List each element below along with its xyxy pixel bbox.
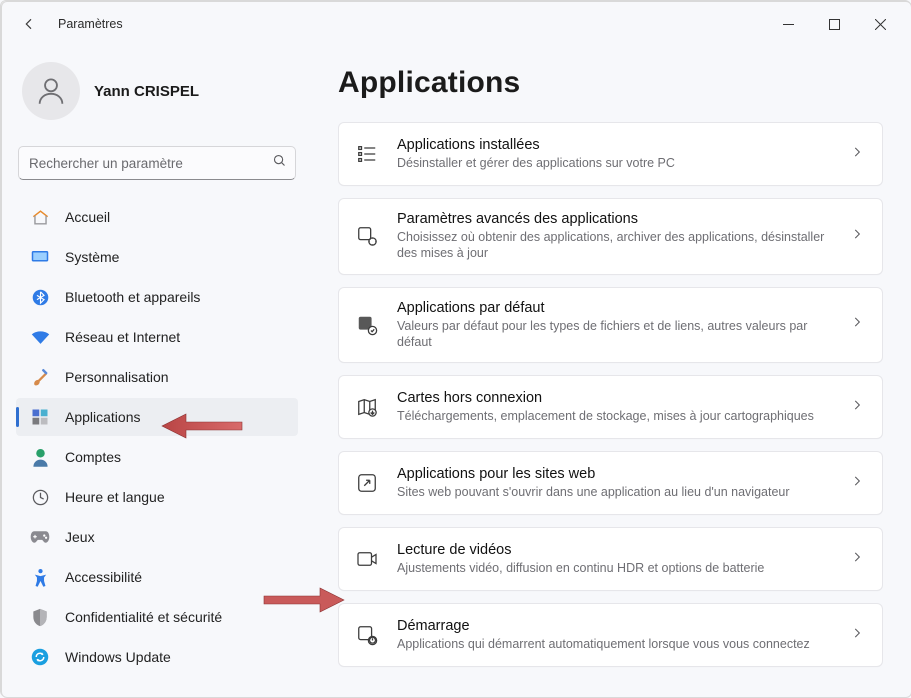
card-desc: Applications qui démarrent automatiqueme… xyxy=(397,636,832,652)
share-icon xyxy=(355,471,379,495)
card-title: Applications installées xyxy=(397,137,832,153)
sidebar-item-label: Jeux xyxy=(65,529,95,545)
search-box[interactable] xyxy=(18,146,296,180)
sidebar-item-label: Système xyxy=(65,249,119,265)
map-icon xyxy=(355,395,379,419)
video-icon xyxy=(355,547,379,571)
sidebar-item-label: Comptes xyxy=(65,449,121,465)
sidebar-item-label: Applications xyxy=(65,409,141,425)
chevron-right-icon xyxy=(850,227,868,246)
startup-icon xyxy=(355,623,379,647)
minimize-button[interactable] xyxy=(765,8,811,40)
sidebar-item-system[interactable]: Système xyxy=(16,238,298,276)
sidebar: Yann CRISPEL Accueil Système xyxy=(2,46,308,698)
card-desc: Téléchargements, emplacement de stockage… xyxy=(397,408,832,424)
user-name: Yann CRISPEL xyxy=(94,83,199,100)
sidebar-item-apps[interactable]: Applications xyxy=(16,398,298,436)
card-startup[interactable]: Démarrage Applications qui démarrent aut… xyxy=(338,603,883,667)
back-button[interactable] xyxy=(18,13,40,35)
chevron-right-icon xyxy=(850,550,868,569)
clock-globe-icon xyxy=(30,487,50,507)
system-icon xyxy=(30,247,50,267)
chevron-right-icon xyxy=(850,145,868,164)
sidebar-item-update[interactable]: Windows Update xyxy=(16,638,298,676)
sidebar-item-time[interactable]: Heure et langue xyxy=(16,478,298,516)
card-title: Applications par défaut xyxy=(397,300,832,316)
app-gear-icon xyxy=(355,224,379,248)
home-icon xyxy=(30,207,50,227)
sidebar-item-label: Windows Update xyxy=(65,649,171,665)
card-title: Démarrage xyxy=(397,618,832,634)
window-buttons xyxy=(765,8,903,40)
default-apps-icon xyxy=(355,313,379,337)
card-title: Lecture de vidéos xyxy=(397,542,832,558)
card-default-apps[interactable]: Applications par défaut Valeurs par défa… xyxy=(338,287,883,364)
sidebar-item-gaming[interactable]: Jeux xyxy=(16,518,298,556)
sidebar-item-label: Confidentialité et sécurité xyxy=(65,609,222,625)
gamepad-icon xyxy=(30,527,50,547)
card-desc: Valeurs par défaut pour les types de fic… xyxy=(397,318,832,351)
titlebar: Paramètres xyxy=(2,2,911,46)
sidebar-item-label: Heure et langue xyxy=(65,489,165,505)
profile-section[interactable]: Yann CRISPEL xyxy=(16,50,306,140)
accessibility-icon xyxy=(30,567,50,587)
card-desc: Désinstaller et gérer des applications s… xyxy=(397,155,832,171)
sidebar-item-home[interactable]: Accueil xyxy=(16,198,298,236)
sidebar-item-label: Réseau et Internet xyxy=(65,329,180,345)
sidebar-item-label: Accueil xyxy=(65,209,110,225)
sidebar-item-accounts[interactable]: Comptes xyxy=(16,438,298,476)
maximize-button[interactable] xyxy=(811,8,857,40)
brush-icon xyxy=(30,367,50,387)
sidebar-item-bluetooth[interactable]: Bluetooth et appareils xyxy=(16,278,298,316)
search-input[interactable] xyxy=(29,156,272,171)
card-title: Applications pour les sites web xyxy=(397,466,832,482)
card-apps-for-websites[interactable]: Applications pour les sites web Sites we… xyxy=(338,451,883,515)
shield-icon xyxy=(30,607,50,627)
card-desc: Choisissez où obtenir des applications, … xyxy=(397,229,832,262)
close-button[interactable] xyxy=(857,8,903,40)
list-icon xyxy=(355,142,379,166)
sidebar-item-label: Personnalisation xyxy=(65,369,169,385)
card-installed-apps[interactable]: Applications installées Désinstaller et … xyxy=(338,122,883,186)
update-icon xyxy=(30,647,50,667)
sidebar-item-personalization[interactable]: Personnalisation xyxy=(16,358,298,396)
wifi-icon xyxy=(30,327,50,347)
sidebar-item-label: Accessibilité xyxy=(65,569,142,585)
card-title: Cartes hors connexion xyxy=(397,390,832,406)
person-icon xyxy=(30,447,50,467)
chevron-right-icon xyxy=(850,398,868,417)
card-desc: Ajustements vidéo, diffusion en continu … xyxy=(397,560,832,576)
sidebar-item-privacy[interactable]: Confidentialité et sécurité xyxy=(16,598,298,636)
chevron-right-icon xyxy=(850,315,868,334)
page-title: Applications xyxy=(338,66,883,100)
sidebar-item-label: Bluetooth et appareils xyxy=(65,289,200,305)
sidebar-item-accessibility[interactable]: Accessibilité xyxy=(16,558,298,596)
card-video-playback[interactable]: Lecture de vidéos Ajustements vidéo, dif… xyxy=(338,527,883,591)
chevron-right-icon xyxy=(850,474,868,493)
search-icon xyxy=(272,153,287,173)
main-content: Applications Applications installées Dés… xyxy=(308,46,911,698)
window-title: Paramètres xyxy=(58,17,123,31)
card-desc: Sites web pouvant s'ouvrir dans une appl… xyxy=(397,484,832,500)
settings-cards: Applications installées Désinstaller et … xyxy=(338,122,883,667)
card-advanced-app-settings[interactable]: Paramètres avancés des applications Choi… xyxy=(338,198,883,275)
sidebar-item-network[interactable]: Réseau et Internet xyxy=(16,318,298,356)
card-offline-maps[interactable]: Cartes hors connexion Téléchargements, e… xyxy=(338,375,883,439)
avatar xyxy=(22,62,80,120)
bluetooth-icon xyxy=(30,287,50,307)
apps-icon xyxy=(30,407,50,427)
card-title: Paramètres avancés des applications xyxy=(397,211,832,227)
nav-list: Accueil Système Bluetooth et appareils R… xyxy=(16,198,298,676)
chevron-right-icon xyxy=(850,626,868,645)
